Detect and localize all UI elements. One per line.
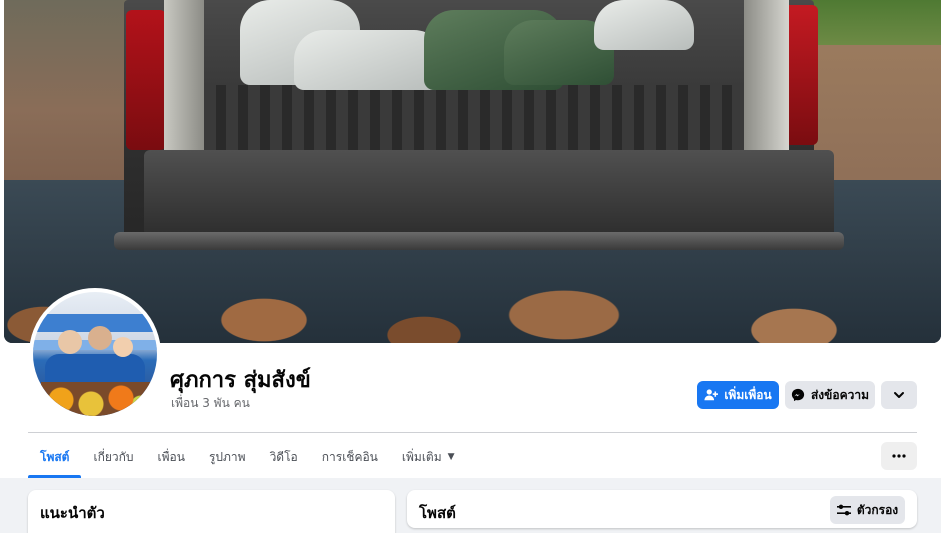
header-divider (28, 432, 917, 433)
tab-videos[interactable]: วิดีโอ (258, 436, 310, 478)
messenger-icon (791, 388, 805, 402)
message-button[interactable]: ส่งข้อความ (785, 381, 875, 409)
intro-card: แนะนำตัว (28, 490, 395, 533)
add-friend-button[interactable]: เพิ่มเพื่อน (697, 381, 779, 409)
tab-more-options-button[interactable] (881, 442, 917, 470)
profile-header: ศุภการ สุ่มสังข์ เพื่อน 3 พัน คน เพิ่มเพ… (0, 0, 941, 478)
more-options-button[interactable] (881, 381, 917, 409)
filter-label: ตัวกรอง (856, 502, 899, 517)
message-label: ส่งข้อความ (810, 387, 869, 402)
cover-photo[interactable] (4, 0, 941, 343)
filter-button[interactable]: ตัวกรอง (830, 496, 905, 524)
tab-posts[interactable]: โพสต์ (28, 436, 82, 478)
profile-name: ศุภการ สุ่มสังข์ (170, 368, 311, 393)
tab-checkins[interactable]: การเช็คอิน (310, 436, 390, 478)
person-add-icon (704, 388, 719, 402)
caret-down-icon: ▼ (447, 452, 455, 462)
tab-more[interactable]: เพิ่มเติม ▼ (390, 436, 467, 478)
intro-card-title: แนะนำตัว (40, 504, 105, 522)
tab-photos[interactable]: รูปภาพ (197, 436, 258, 478)
friend-count[interactable]: เพื่อน 3 พัน คน (171, 394, 250, 413)
posts-card: โพสต์ ตัวกรอง (407, 490, 917, 528)
add-friend-label: เพิ่มเพื่อน (724, 387, 772, 402)
tab-about[interactable]: เกี่ยวกับ (81, 436, 145, 478)
tab-friends[interactable]: เพื่อน (146, 436, 197, 478)
profile-tabs: โพสต์ เกี่ยวกับ เพื่อน รูปภาพ วิดีโอ การ… (28, 436, 467, 478)
ellipsis-icon (892, 454, 906, 458)
chevron-down-icon (893, 389, 905, 401)
sliders-icon (836, 504, 851, 516)
profile-avatar[interactable] (29, 288, 161, 420)
posts-card-title: โพสต์ (419, 504, 456, 522)
